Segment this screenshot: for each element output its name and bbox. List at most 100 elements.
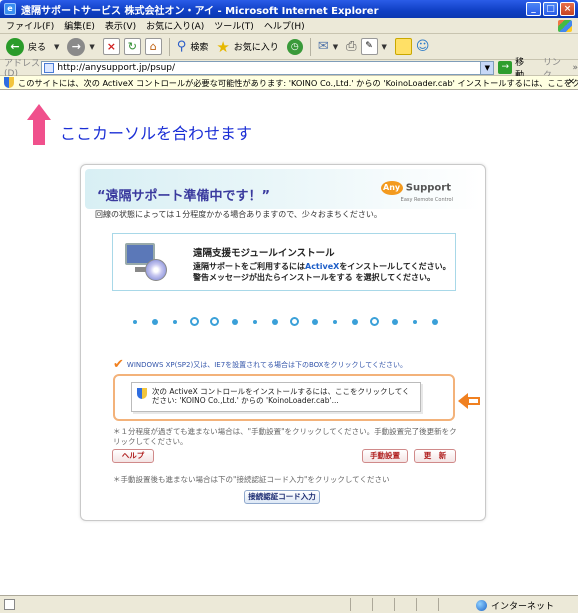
module-desc-after: をインストールしてください。: [339, 262, 451, 271]
progress-dot: [190, 317, 199, 326]
module-desc-before: 遠隔サポートをご利用するには: [193, 262, 305, 271]
address-bar: アドレス(D) http://anysupport.jp/psup/ ▼ → 移…: [0, 58, 578, 81]
toolbar-separator: [309, 37, 311, 56]
progress-dot: [351, 318, 358, 325]
menu-tools[interactable]: ツール(T): [214, 19, 254, 32]
globe-icon: [476, 600, 487, 611]
cursor-hint-text: ここカーソルを合わせます: [60, 124, 253, 143]
toolbar-separator: [168, 37, 170, 56]
progress-dot: [332, 319, 337, 324]
progress-dot: [172, 319, 177, 324]
forward-dropdown-icon[interactable]: ▼: [89, 43, 94, 51]
progress-dot: [391, 318, 398, 325]
wait-message: 回線の状態によっては１分程度かかる場合ありますので、少々おまちください。: [95, 210, 382, 219]
window-title: 遠隔サポートサービス 株式会社オン・アイ - Microsoft Interne…: [21, 5, 379, 17]
status-bar: インターネット: [0, 595, 578, 613]
checkmark-icon: ✔: [113, 357, 124, 372]
progress-dot: [271, 318, 278, 325]
favorites-button-label[interactable]: お気に入り: [234, 40, 279, 53]
address-input[interactable]: http://anysupport.jp/psup/ ▼: [41, 60, 495, 75]
forward-arrow-icon[interactable]: →: [67, 37, 86, 56]
logo-mark: Any: [380, 181, 403, 195]
toolbar: ← 戻る ▼ → ▼ × ↻ ⌂ ⚲ 検索 ★ お気に入り ◷ ✉ ▼ ⎙ ✎ …: [0, 34, 578, 60]
close-button[interactable]: ×: [560, 2, 575, 16]
links-chevron-icon[interactable]: »: [572, 63, 578, 73]
left-arrow-icon: [458, 393, 482, 409]
information-bar[interactable]: このサイトには、次の ActiveX コントロールが必要な可能性があります: '…: [0, 76, 578, 90]
favorites-star-icon[interactable]: ★: [216, 38, 229, 56]
edit-icon[interactable]: ✎: [360, 38, 378, 55]
anysupport-logo: Any Support: [380, 181, 451, 195]
menu-help[interactable]: ヘルプ(H): [264, 19, 305, 32]
status-panes: [350, 598, 458, 611]
activex-install-box[interactable]: 次の ActiveX コントロールをインストールするには、ここをクリックしてくだ…: [113, 374, 455, 421]
address-dropdown-icon[interactable]: ▼: [480, 61, 494, 74]
discuss-icon[interactable]: [394, 38, 412, 55]
page-status-icon: [4, 599, 15, 610]
refresh-button[interactable]: 更 新: [414, 449, 456, 463]
up-arrow-icon: [27, 104, 51, 145]
print-icon[interactable]: ⎙: [346, 39, 356, 54]
logo-text: Support: [405, 182, 451, 194]
check-instruction: WINDOWS XP(SP2)又は、IE7を設置されてる場合は下のBOXをクリッ…: [126, 360, 408, 369]
window-titlebar: e 遠隔サポートサービス 株式会社オン・アイ - Microsoft Inter…: [0, 0, 578, 18]
mail-icon[interactable]: ✉: [318, 39, 329, 54]
progress-dot: [231, 318, 238, 325]
maximize-button[interactable]: □: [543, 2, 558, 16]
progress-dot: [210, 317, 219, 326]
shield-icon: [137, 388, 147, 399]
shield-icon: [4, 77, 14, 88]
menu-edit[interactable]: 編集(E): [64, 19, 95, 32]
messenger-icon[interactable]: ☺: [416, 39, 430, 54]
refresh-icon[interactable]: ↻: [123, 38, 141, 55]
progress-dot: [311, 318, 318, 325]
page-icon: [44, 62, 55, 73]
search-icon[interactable]: ⚲: [177, 39, 187, 54]
menu-bar: ファイル(F) 編集(E) 表示(V) お気に入り(A) ツール(T) ヘルプ(…: [0, 18, 578, 34]
address-url[interactable]: http://anysupport.jp/psup/: [57, 63, 175, 73]
module-description-1: 遠隔サポートをご利用するにはActiveXをインストールしてください。: [193, 261, 451, 272]
mail-dropdown-icon[interactable]: ▼: [333, 43, 338, 51]
progress-dot: [132, 319, 137, 324]
logo-subtitle: Easy Remote Control: [400, 197, 453, 203]
manual-install-button[interactable]: 手動設置: [362, 449, 408, 463]
activex-highlight: ActiveX: [305, 262, 340, 271]
panel-title: “遠隔サポート準備中です！”: [97, 189, 271, 204]
computer-disc-icon: [125, 243, 167, 283]
help-button[interactable]: ヘルプ: [112, 449, 154, 463]
minimize-button[interactable]: _: [526, 2, 541, 16]
activex-install-prompt[interactable]: 次の ActiveX コントロールをインストールするには、ここをクリックしてくだ…: [131, 382, 421, 412]
progress-dots: [130, 315, 450, 329]
progress-dot: [252, 319, 257, 324]
history-icon[interactable]: ◷: [286, 38, 303, 55]
auth-code-button[interactable]: 接続認証コード入力: [244, 490, 320, 504]
stop-icon[interactable]: ×: [102, 38, 120, 55]
infobar-close-icon[interactable]: ×: [567, 77, 575, 87]
manual-install-note: ＊１分程度が過ぎても進まない場合は、"手動設置"をクリックしてください。手動設置…: [113, 427, 457, 446]
zone-label: インターネット: [491, 602, 555, 612]
check-row: ✔ WINDOWS XP(SP2)又は、IE7を設置されてる場合は下のBOXをク…: [113, 357, 407, 372]
menu-file[interactable]: ファイル(F): [6, 19, 54, 32]
module-title: 遠隔支援モジュールインストール: [193, 248, 335, 259]
back-dropdown-icon[interactable]: ▼: [54, 43, 59, 51]
home-icon[interactable]: ⌂: [144, 38, 162, 55]
auth-code-note: ＊手動設置後も進まない場合は下の"接続認証コード入力"をクリックしてください: [113, 475, 390, 484]
back-arrow-icon[interactable]: ←: [6, 37, 24, 56]
ie-app-icon: e: [4, 3, 16, 15]
back-button-label[interactable]: 戻る: [28, 40, 46, 53]
panel-header: “遠隔サポート準備中です！” Any Support Easy Remote C…: [85, 169, 481, 209]
search-button-label[interactable]: 検索: [190, 40, 208, 53]
module-description-2: 警告メッセージが出たらインストールをする を選択してください。: [193, 273, 435, 282]
menu-view[interactable]: 表示(V): [105, 19, 136, 32]
windows-logo-icon: [558, 20, 572, 32]
activex-install-text[interactable]: 次の ActiveX コントロールをインストールするには、ここをクリックしてくだ…: [152, 387, 410, 405]
information-bar-text[interactable]: このサイトには、次の ActiveX コントロールが必要な可能性があります: '…: [18, 77, 578, 89]
security-zone: インターネット: [476, 599, 554, 612]
progress-dot: [151, 318, 158, 325]
progress-dot: [431, 318, 438, 325]
progress-dot: [370, 317, 379, 326]
go-arrow-icon[interactable]: →: [498, 61, 513, 74]
edit-dropdown-icon[interactable]: ▼: [382, 43, 387, 51]
menu-favorites[interactable]: お気に入り(A): [146, 19, 204, 32]
progress-dot: [412, 319, 417, 324]
